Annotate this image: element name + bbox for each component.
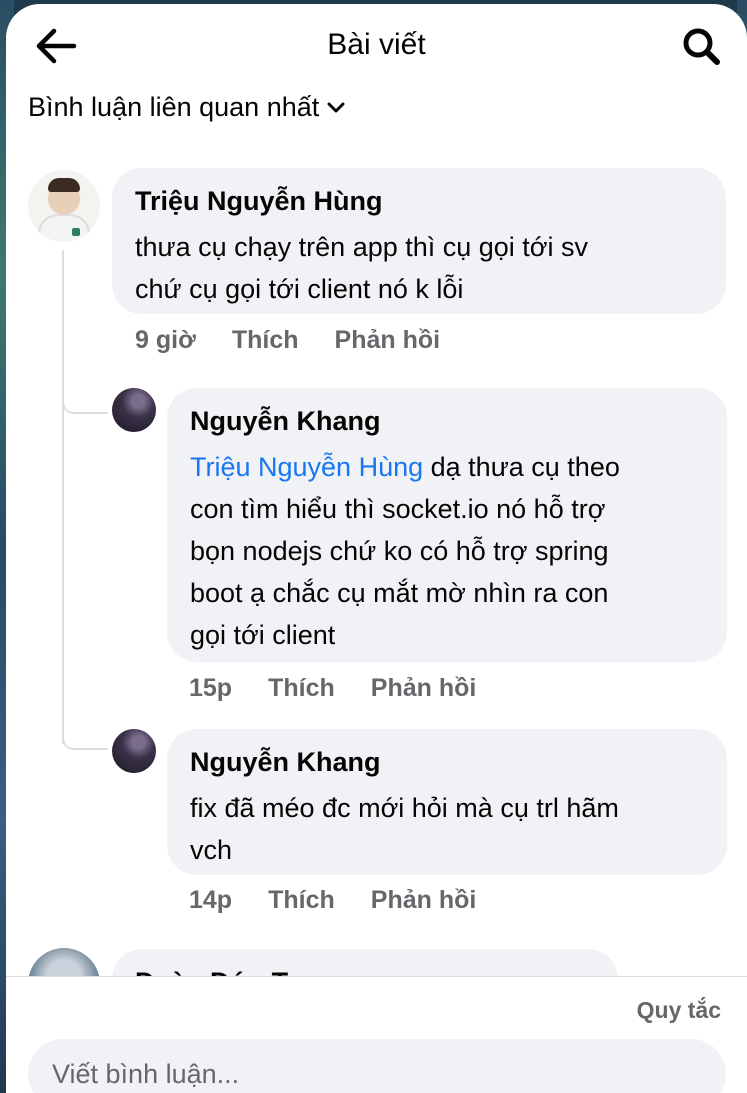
like-button[interactable]: Thích (268, 674, 335, 703)
like-button[interactable]: Thích (268, 886, 335, 915)
comment-box[interactable] (28, 1039, 726, 1093)
thread-branch (62, 732, 108, 750)
avatar[interactable] (28, 170, 100, 242)
comment-input[interactable] (50, 1053, 694, 1093)
comment-bubble[interactable]: Nguyễn Khang fix đã méo đc mới hỏi mà cụ… (167, 729, 727, 875)
comment-actions: 15p Thích Phản hồi (189, 674, 476, 703)
comment-bubble[interactable]: Triệu Nguyễn Hùng thưa cụ chạy trên app … (112, 168, 726, 314)
comment-text: thưa cụ chạy trên app thì cụ gọi tới sv … (135, 232, 589, 304)
comment-actions: 9 giờ Thích Phản hồi (135, 326, 440, 355)
comment-time[interactable]: 9 giờ (135, 326, 196, 355)
thread-line (62, 250, 64, 744)
reply-button[interactable]: Phản hồi (335, 326, 441, 355)
comment-actions: 14p Thích Phản hồi (189, 886, 476, 915)
comment-text: Triệu Nguyễn Hùng dạ thưa cụ theo con tì… (190, 446, 620, 656)
comment-time[interactable]: 15p (189, 674, 232, 703)
chevron-down-icon (327, 102, 345, 112)
reply-button[interactable]: Phản hồi (371, 674, 477, 703)
comment-author[interactable]: Triệu Nguyễn Hùng (135, 186, 383, 217)
post-comments-sheet: Bài viết Bình luận liên quan nhất Triệu … (6, 4, 747, 1093)
mention-link[interactable]: Triệu Nguyễn Hùng (190, 452, 423, 482)
avatar-badge-shape (72, 228, 80, 236)
like-button[interactable]: Thích (232, 326, 299, 355)
comment-sort-dropdown[interactable]: Bình luận liên quan nhất (28, 92, 345, 123)
avatar[interactable] (112, 729, 156, 773)
rules-link[interactable]: Quy tắc (637, 997, 721, 1024)
comment-composer-bar: Quy tắc (6, 976, 747, 1093)
comment-text: fix đã méo đc mới hỏi mà cụ trl hãm vch (190, 793, 619, 865)
sort-label: Bình luận liên quan nhất (28, 92, 320, 122)
avatar[interactable] (112, 388, 156, 432)
avatar-shirt-shape (38, 214, 90, 242)
search-icon (683, 28, 720, 65)
page-title: Bài viết (327, 28, 426, 61)
thread-branch (62, 396, 108, 414)
reply-button[interactable]: Phản hồi (371, 886, 477, 915)
comment-author[interactable]: Nguyễn Khang (190, 406, 381, 437)
comment-bubble[interactable]: Nguyễn Khang Triệu Nguyễn Hùng dạ thưa c… (167, 388, 727, 662)
comment-author[interactable]: Nguyễn Khang (190, 747, 381, 778)
search-button[interactable] (681, 26, 721, 66)
header: Bài viết (6, 4, 747, 88)
comment-time[interactable]: 14p (189, 886, 232, 915)
avatar-hair-shape (48, 178, 80, 192)
